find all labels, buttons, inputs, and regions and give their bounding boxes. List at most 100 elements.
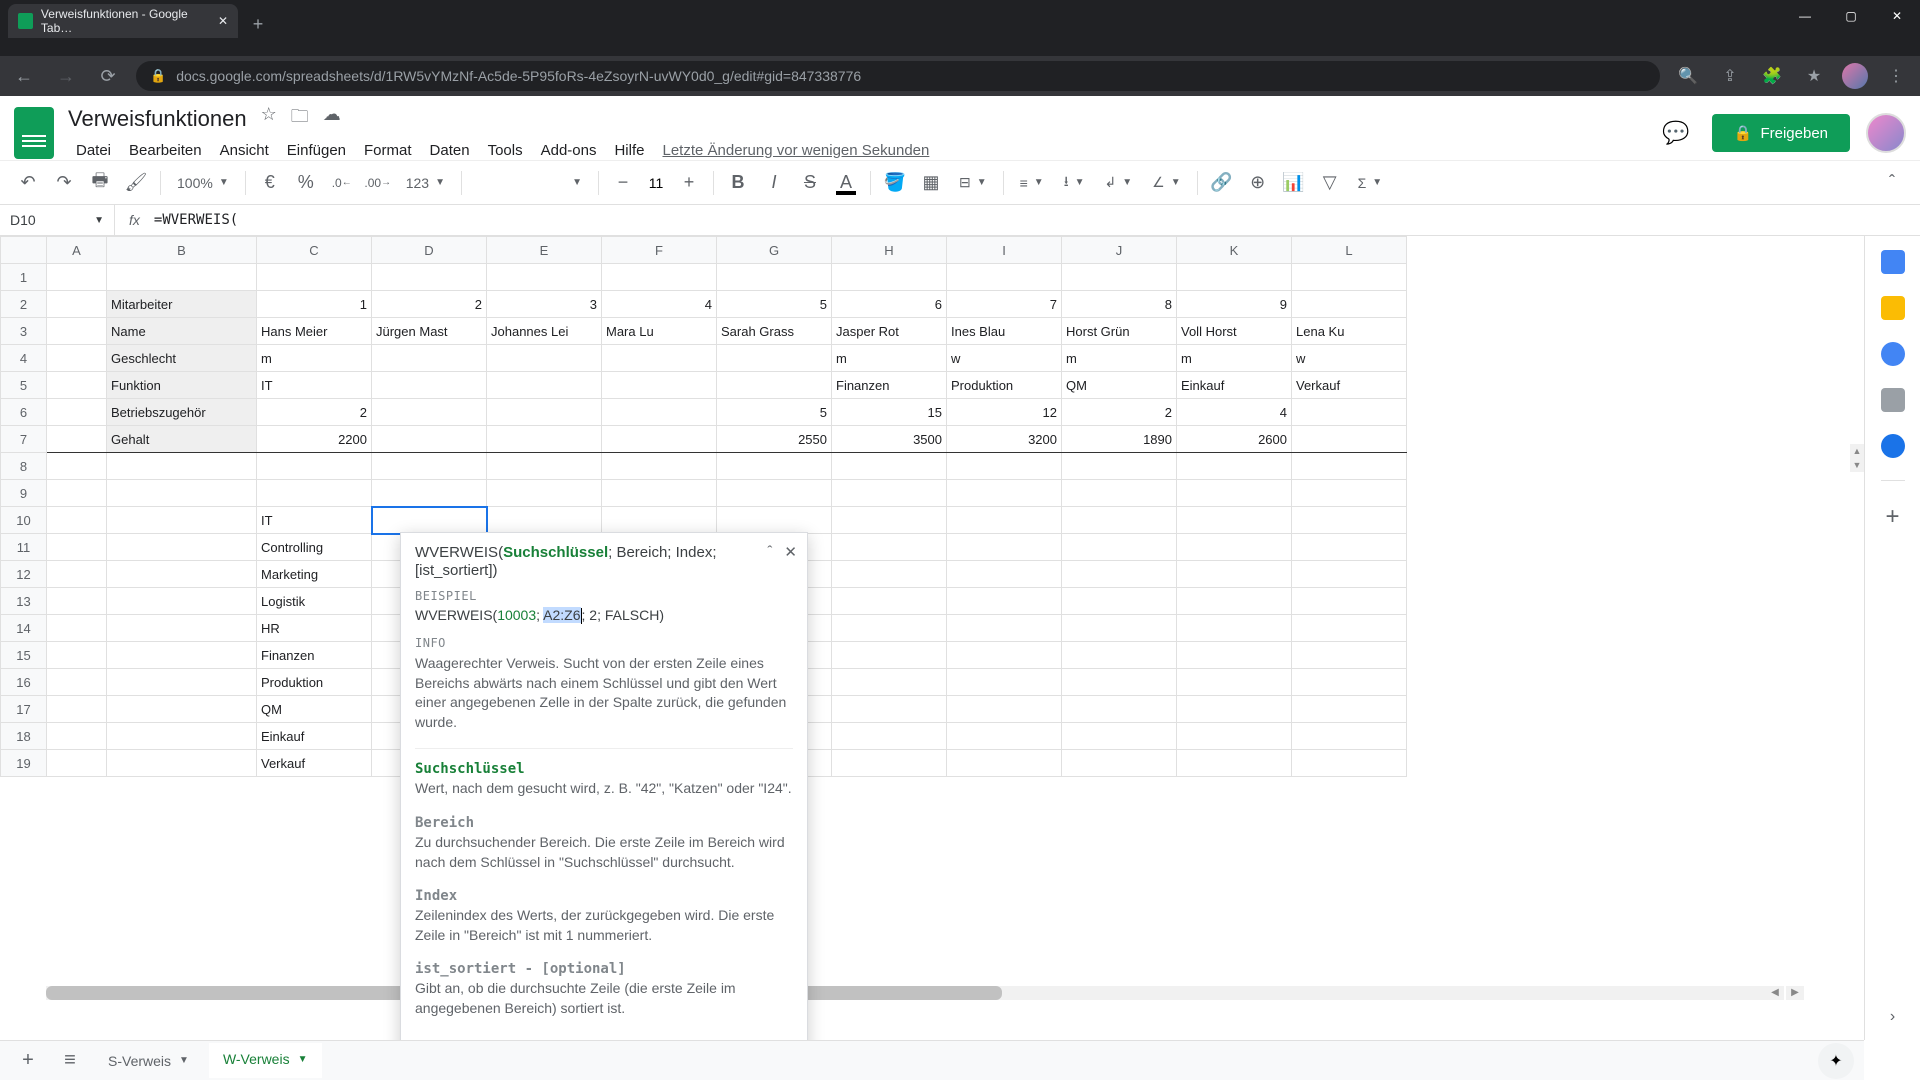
decrease-decimal-button[interactable]: .0← [326, 167, 358, 199]
fill-color-button[interactable]: 🪣 [879, 167, 911, 199]
star-icon[interactable]: ☆ [261, 104, 277, 134]
valign-button[interactable]: ⭳▼ [1056, 171, 1093, 195]
sheet-tab-w-verweis[interactable]: W-Verweis▼ [209, 1043, 322, 1078]
halign-button[interactable]: ≡▼ [1012, 175, 1052, 191]
extensions-icon[interactable]: 🧩 [1758, 66, 1786, 86]
text-color-button[interactable]: A [830, 167, 862, 199]
menu-bearbeiten[interactable]: Bearbeiten [121, 138, 210, 163]
menu-icon[interactable]: ⋮ [1882, 66, 1910, 86]
vertical-scrollbar[interactable]: ▲ ▼ [1850, 444, 1864, 984]
col-header[interactable]: I [947, 237, 1062, 264]
col-header[interactable]: K [1177, 237, 1292, 264]
menu-ansicht[interactable]: Ansicht [212, 138, 277, 163]
hide-sidepanel-icon[interactable]: › [1890, 1008, 1895, 1026]
back-icon[interactable]: ← [10, 66, 38, 87]
share-button[interactable]: 🔒 Freigeben [1712, 114, 1850, 152]
col-header[interactable]: H [832, 237, 947, 264]
collapse-toolbar-button[interactable]: ˆ [1876, 167, 1908, 199]
col-header[interactable]: C [257, 237, 372, 264]
spreadsheet-grid[interactable]: A B C D E F G H I J K L 1 2 Mitarbeiter … [0, 236, 1864, 1040]
col-header[interactable]: F [602, 237, 717, 264]
name-box[interactable]: D10▼ [0, 205, 115, 235]
calendar-icon[interactable] [1881, 250, 1905, 274]
functions-button[interactable]: Σ▼ [1350, 175, 1391, 191]
help-more-info-link[interactable]: Weitere Informationen [401, 1029, 807, 1040]
collapse-help-icon[interactable]: ˆ [767, 543, 772, 561]
paint-format-button[interactable]: 🖌 [120, 167, 152, 199]
menu-datei[interactable]: Datei [68, 138, 119, 163]
comments-button[interactable]: 💬 [1656, 113, 1696, 153]
chart-button[interactable]: 📊 [1278, 167, 1310, 199]
scroll-up-icon[interactable]: ▲ [1850, 444, 1864, 458]
menu-einfuegen[interactable]: Einfügen [279, 138, 354, 163]
zoom-icon[interactable]: 🔍 [1674, 66, 1702, 86]
filter-button[interactable]: ▽ [1314, 167, 1346, 199]
scroll-right-icon[interactable]: ▶ [1786, 986, 1804, 1000]
forward-icon[interactable]: → [52, 66, 80, 87]
sheets-logo-icon[interactable] [14, 107, 54, 159]
new-tab-button[interactable]: + [244, 10, 272, 38]
menu-tools[interactable]: Tools [480, 138, 531, 163]
contacts-icon[interactable] [1881, 388, 1905, 412]
zoom-select[interactable]: 100%▼ [169, 175, 237, 191]
menu-addons[interactable]: Add-ons [533, 138, 605, 163]
borders-button[interactable]: ▦ [915, 167, 947, 199]
cell[interactable]: Mitarbeiter [107, 291, 257, 318]
font-size-increase[interactable]: + [673, 167, 705, 199]
cloud-icon[interactable]: ☁ [323, 104, 341, 134]
redo-button[interactable]: ↷ [48, 167, 80, 199]
bold-button[interactable]: B [722, 167, 754, 199]
browser-tab[interactable]: Verweisfunktionen - Google Tab… ✕ [8, 4, 238, 38]
menu-hilfe[interactable]: Hilfe [606, 138, 652, 163]
col-header[interactable]: J [1062, 237, 1177, 264]
scroll-down-icon[interactable]: ▼ [1850, 458, 1864, 472]
scroll-left-icon[interactable]: ◀ [1766, 986, 1784, 1000]
select-all-corner[interactable] [1, 237, 47, 264]
keep-icon[interactable] [1881, 296, 1905, 320]
font-size-input[interactable] [641, 175, 671, 191]
close-window-button[interactable]: ✕ [1874, 0, 1920, 32]
active-cell[interactable] [372, 507, 487, 534]
maximize-button[interactable]: ▢ [1828, 0, 1874, 32]
currency-button[interactable]: € [254, 167, 286, 199]
comment-button[interactable]: ⊕ [1242, 167, 1274, 199]
font-size-decrease[interactable]: − [607, 167, 639, 199]
col-header[interactable]: D [372, 237, 487, 264]
percent-button[interactable]: % [290, 167, 322, 199]
col-header[interactable]: B [107, 237, 257, 264]
strike-button[interactable]: S [794, 167, 826, 199]
maps-icon[interactable] [1881, 434, 1905, 458]
explore-button[interactable]: ✦ [1818, 1043, 1854, 1079]
font-select[interactable]: ▼ [470, 177, 590, 188]
close-icon[interactable]: ✕ [218, 14, 228, 28]
add-addon-icon[interactable]: + [1881, 503, 1905, 527]
menu-format[interactable]: Format [356, 138, 420, 163]
last-edit-link[interactable]: Letzte Änderung vor wenigen Sekunden [662, 142, 929, 159]
col-header[interactable]: G [717, 237, 832, 264]
col-header[interactable]: A [47, 237, 107, 264]
url-input[interactable]: 🔒 docs.google.com/spreadsheets/d/1RW5vYM… [136, 61, 1660, 91]
wrap-button[interactable]: ↲▼ [1097, 174, 1141, 191]
link-button[interactable]: 🔗 [1206, 167, 1238, 199]
col-header[interactable]: L [1292, 237, 1407, 264]
font-size-control[interactable]: − + [607, 167, 705, 199]
formula-input[interactable]: =WVERWEIS( [154, 212, 1920, 228]
increase-decimal-button[interactable]: .00→ [362, 167, 394, 199]
merge-button[interactable]: ⊟▼ [951, 174, 995, 191]
tasks-icon[interactable] [1881, 342, 1905, 366]
print-button[interactable]: 🖶 [84, 167, 116, 199]
italic-button[interactable]: I [758, 167, 790, 199]
close-help-icon[interactable]: ✕ [784, 543, 797, 561]
add-sheet-button[interactable]: + [10, 1043, 46, 1079]
col-header[interactable]: E [487, 237, 602, 264]
row-header[interactable]: 1 [1, 264, 47, 291]
account-avatar[interactable] [1866, 113, 1906, 153]
horizontal-scrollbar[interactable] [46, 986, 1784, 1000]
all-sheets-button[interactable]: ≡ [52, 1043, 88, 1079]
rotate-button[interactable]: ∠▼ [1144, 174, 1188, 191]
undo-button[interactable]: ↶ [12, 167, 44, 199]
reload-icon[interactable]: ⟳ [94, 66, 122, 87]
share-url-icon[interactable]: ⇪ [1716, 66, 1744, 86]
sheet-tab-s-verweis[interactable]: S-Verweis▼ [94, 1045, 203, 1077]
move-icon[interactable]: 🗀 [291, 104, 309, 134]
